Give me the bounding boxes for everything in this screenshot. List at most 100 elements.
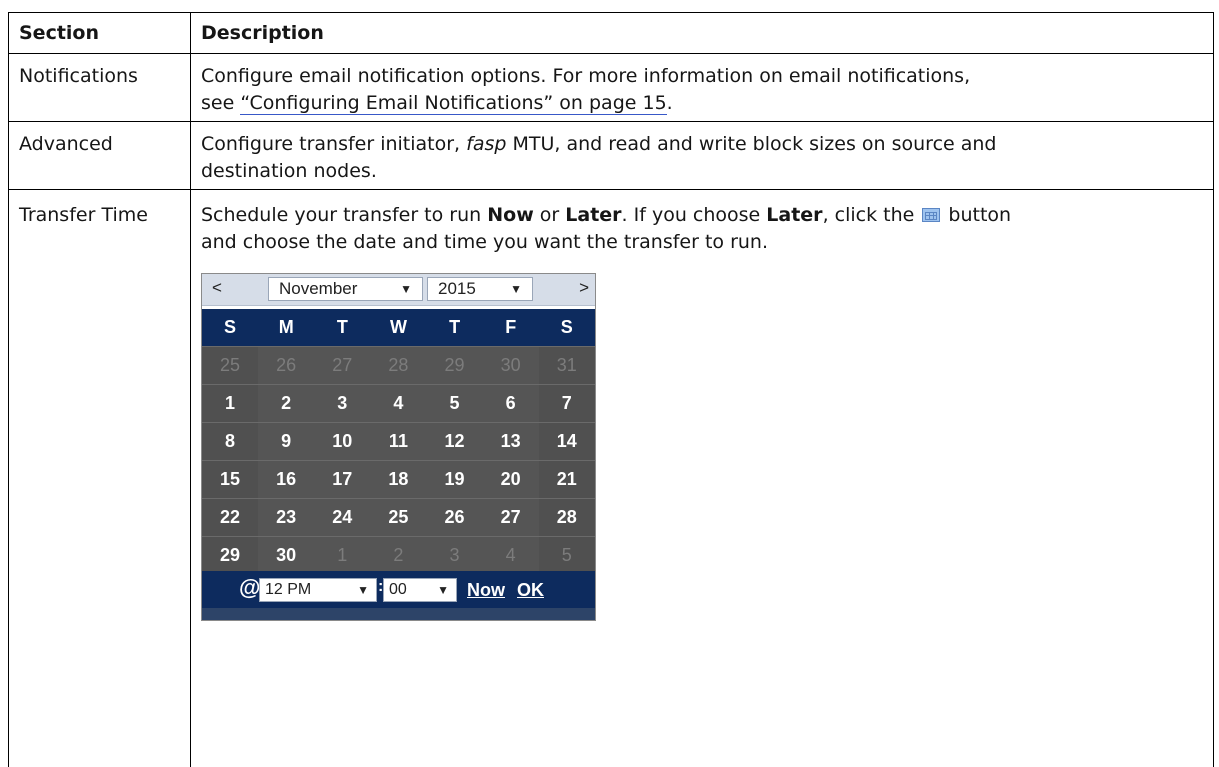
calendar-day[interactable]: 13 <box>483 423 539 460</box>
calendar-day[interactable]: 3 <box>314 385 370 422</box>
weekday-label: S <box>560 317 573 337</box>
weekday-label: T <box>449 317 461 337</box>
calendar-day[interactable]: 23 <box>258 499 314 536</box>
weekday-header: S M T W T F S <box>202 309 595 346</box>
column-divider <box>190 54 191 121</box>
description-line: Configure email notification options. Fo… <box>201 65 971 87</box>
weekday-label: M <box>278 317 294 337</box>
calendar-nav: < November ▼ 2015 ▼ > <box>202 274 595 306</box>
next-month-button[interactable]: > <box>579 278 589 298</box>
calendar-day[interactable]: 26 <box>427 499 483 536</box>
calendar-day[interactable]: 22 <box>202 499 259 536</box>
calendar-day[interactable]: 5 <box>538 537 595 574</box>
calendar-day[interactable]: 6 <box>483 385 539 422</box>
calendar-week: 15 16 17 18 19 20 21 <box>202 460 595 498</box>
calendar-day[interactable]: 2 <box>370 537 426 574</box>
dropdown-arrow-icon: ▼ <box>400 282 412 296</box>
calendar-day[interactable]: 10 <box>314 423 370 460</box>
description-transfer-time: Schedule your transfer to run Now or Lat… <box>201 202 1201 256</box>
calendar-day[interactable]: 25 <box>202 347 259 384</box>
calendar-week: 29 30 1 2 3 4 5 <box>202 536 595 574</box>
calendar-day[interactable]: 3 <box>427 537 483 574</box>
calendar-day[interactable]: 8 <box>202 423 259 460</box>
fasp-term: fasp <box>466 133 507 155</box>
table-row: Notifications Configure email notificati… <box>8 53 1214 121</box>
calendar-week: 1 2 3 4 5 6 7 <box>202 384 595 422</box>
calendar-day[interactable]: 24 <box>314 499 370 536</box>
date-picker: < November ▼ 2015 ▼ > S M T W T F S 25 2… <box>201 273 596 621</box>
at-symbol: @ <box>239 575 261 600</box>
calendar-day[interactable]: 4 <box>370 385 426 422</box>
calendar-day[interactable]: 4 <box>483 537 539 574</box>
calendar-day[interactable]: 20 <box>483 461 539 498</box>
calendar-day[interactable]: 5 <box>427 385 483 422</box>
description-table: Section Description Notifications Config… <box>8 12 1214 767</box>
section-transfer-time: Transfer Time <box>19 204 148 226</box>
calendar-week: 25 26 27 28 29 30 31 <box>202 346 595 384</box>
calendar-day[interactable]: 7 <box>538 385 595 422</box>
text-fragment: or <box>533 204 566 226</box>
calendar-day[interactable]: 29 <box>202 537 259 574</box>
calendar-day[interactable]: 11 <box>370 423 426 460</box>
year-value: 2015 <box>438 279 476 298</box>
calendar-day[interactable]: 21 <box>538 461 595 498</box>
calendar-day[interactable]: 30 <box>483 347 539 384</box>
calendar-day[interactable]: 18 <box>370 461 426 498</box>
minute-select[interactable]: 00 ▼ <box>383 578 457 602</box>
month-value: November <box>279 279 358 298</box>
calendar-day[interactable]: 28 <box>370 347 426 384</box>
calendar-day[interactable]: 1 <box>202 385 259 422</box>
month-select[interactable]: November ▼ <box>268 277 423 301</box>
calendar-day[interactable]: 28 <box>538 499 595 536</box>
calendar-day[interactable]: 2 <box>258 385 314 422</box>
ok-link[interactable]: OK <box>517 580 544 601</box>
calendar-day[interactable]: 29 <box>427 347 483 384</box>
calendar-day[interactable]: 31 <box>538 347 595 384</box>
description-line: Configure transfer initiator, fasp MTU, … <box>201 131 1201 158</box>
calendar-day[interactable]: 30 <box>258 537 314 574</box>
calendar-day[interactable]: 27 <box>483 499 539 536</box>
now-link[interactable]: Now <box>467 580 505 601</box>
description-line: Schedule your transfer to run Now or Lat… <box>201 202 1201 229</box>
calendar-day[interactable]: 27 <box>314 347 370 384</box>
calendar-day[interactable]: 15 <box>202 461 259 498</box>
now-term: Now <box>487 204 534 226</box>
weekday-label: F <box>505 317 517 337</box>
weekday-label: S <box>224 317 237 337</box>
description-notifications: Configure email notification options. Fo… <box>201 63 1201 117</box>
weekday-label: W <box>389 317 407 337</box>
year-select[interactable]: 2015 ▼ <box>427 277 533 301</box>
calendar-day[interactable]: 26 <box>258 347 314 384</box>
text-fragment: . <box>666 92 673 114</box>
configuring-email-link[interactable]: “Configuring Email Notifications” on pag… <box>240 92 667 115</box>
calendar-day[interactable]: 17 <box>314 461 370 498</box>
later-term: Later <box>565 204 622 226</box>
calendar-day[interactable]: 19 <box>427 461 483 498</box>
calendar-day[interactable]: 16 <box>258 461 314 498</box>
prev-month-button[interactable]: < <box>212 278 222 298</box>
calendar-day[interactable]: 1 <box>314 537 370 574</box>
calendar-day[interactable]: 14 <box>538 423 595 460</box>
description-line: see “Configuring Email Notifications” on… <box>201 90 1201 117</box>
minute-value: 00 <box>389 581 407 598</box>
description-line: destination nodes. <box>201 160 377 182</box>
column-divider <box>190 122 191 189</box>
text-fragment: Schedule your transfer to run <box>201 204 488 226</box>
text-fragment: see <box>201 92 241 114</box>
header-section: Section <box>19 22 100 44</box>
time-bar: @ 12 PM ▼ : 00 ▼ Now OK <box>202 571 595 608</box>
calendar-day[interactable]: 12 <box>427 423 483 460</box>
table-row: Advanced Configure transfer initiator, f… <box>8 121 1214 189</box>
dropdown-arrow-icon: ▼ <box>437 583 449 597</box>
header-description: Description <box>201 22 324 44</box>
table-header-row: Section Description <box>8 12 1214 53</box>
column-divider <box>190 190 191 767</box>
text-fragment: , click the <box>822 204 921 226</box>
description-advanced: Configure transfer initiator, fasp MTU, … <box>201 131 1201 185</box>
calendar-day[interactable]: 25 <box>370 499 426 536</box>
calendar-day[interactable]: 9 <box>258 423 314 460</box>
section-notifications: Notifications <box>19 65 138 87</box>
dropdown-arrow-icon: ▼ <box>357 583 369 597</box>
section-advanced: Advanced <box>19 133 113 155</box>
hour-select[interactable]: 12 PM ▼ <box>259 578 377 602</box>
